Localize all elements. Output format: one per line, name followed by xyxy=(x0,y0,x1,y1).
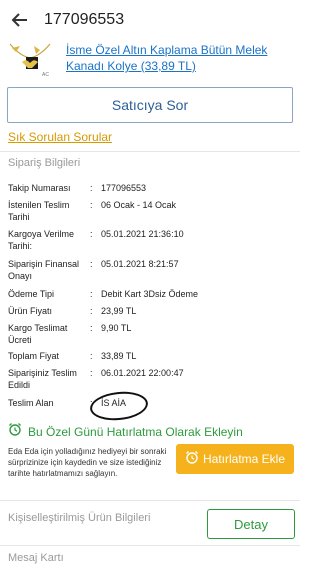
ask-seller-button[interactable]: Satıcıya Sor xyxy=(7,87,293,123)
info-separator: : xyxy=(90,351,93,361)
info-value: 9,90 TL xyxy=(101,323,132,333)
info-label: Siparişiniz Teslim Edildi xyxy=(8,368,77,390)
info-label: Kargo Teslimat Ücreti xyxy=(8,323,68,345)
info-separator: : xyxy=(90,306,93,316)
info-value: Debit Kart 3Dsiz Ödeme xyxy=(101,289,199,299)
alarm-clock-icon xyxy=(185,450,199,469)
hand-drawn-circle-annotation xyxy=(88,389,150,423)
page-title: 177096553 xyxy=(44,11,125,28)
info-label: Kargoya Verilme Tarihi: xyxy=(8,229,75,251)
info-separator: : xyxy=(90,200,93,210)
info-value: 33,89 TL xyxy=(101,351,137,361)
info-value: 23,99 TL xyxy=(101,306,137,316)
back-arrow-icon[interactable] xyxy=(0,0,40,40)
alarm-clock-icon xyxy=(8,422,22,441)
necklace-thumbnail-icon: AC xyxy=(8,40,52,78)
info-value: 05.01.2021 21:36:10 xyxy=(101,229,184,239)
divider xyxy=(0,151,300,152)
add-reminder-button[interactable]: Hatırlatma Ekle xyxy=(176,444,294,474)
info-label: İstenilen Teslim Tarihi xyxy=(8,200,70,222)
divider xyxy=(0,545,300,546)
reminder-description: Eda Eda için yolladığınız hediyeyi bir s… xyxy=(8,447,167,478)
detail-button[interactable]: Detay xyxy=(207,509,295,539)
divider xyxy=(0,500,300,501)
info-label: Teslim Alan xyxy=(8,398,54,408)
info-label: Ürün Fiyatı xyxy=(8,306,53,316)
svg-text:AC: AC xyxy=(42,72,49,78)
info-separator: : xyxy=(90,229,93,239)
info-value: 177096553 xyxy=(101,183,147,193)
faq-link[interactable]: Sık Sorulan Sorular xyxy=(8,130,112,144)
info-separator: : xyxy=(90,259,93,269)
add-reminder-label: Hatırlatma Ekle xyxy=(202,452,286,466)
info-label: Takip Numarası xyxy=(8,183,71,193)
info-label: Siparişin Finansal Onayı xyxy=(8,259,80,281)
order-info-title: Sipariş Bilgileri xyxy=(8,157,81,169)
product-name-link[interactable]: İsme Özel Altın Kaplama Bütün Melek Kana… xyxy=(66,42,276,74)
reminder-heading: Bu Özel Günü Hatırlatma Olarak Ekleyin xyxy=(8,422,243,441)
message-card-title: Mesaj Kartı xyxy=(8,552,64,564)
info-separator: : xyxy=(90,289,93,299)
product-summary[interactable]: AC İsme Özel Altın Kaplama Bütün Melek K… xyxy=(0,40,300,80)
info-label: Toplam Fiyat xyxy=(8,351,60,361)
info-value: 05.01.2021 8:21:57 xyxy=(101,259,179,269)
info-value: 06 Ocak - 14 Ocak xyxy=(101,200,177,210)
top-bar: 177096553 xyxy=(0,0,300,40)
info-separator: : xyxy=(90,368,93,378)
info-separator: : xyxy=(90,323,93,333)
info-separator: : xyxy=(90,183,93,193)
info-value: 06.01.2021 22:00:47 xyxy=(101,368,184,378)
info-label: Ödeme Tipi xyxy=(8,289,55,299)
reminder-title: Bu Özel Günü Hatırlatma Olarak Ekleyin xyxy=(28,424,243,439)
personalized-info-title: Kişiselleştirilmiş Ürün Bilgileri xyxy=(8,512,151,524)
